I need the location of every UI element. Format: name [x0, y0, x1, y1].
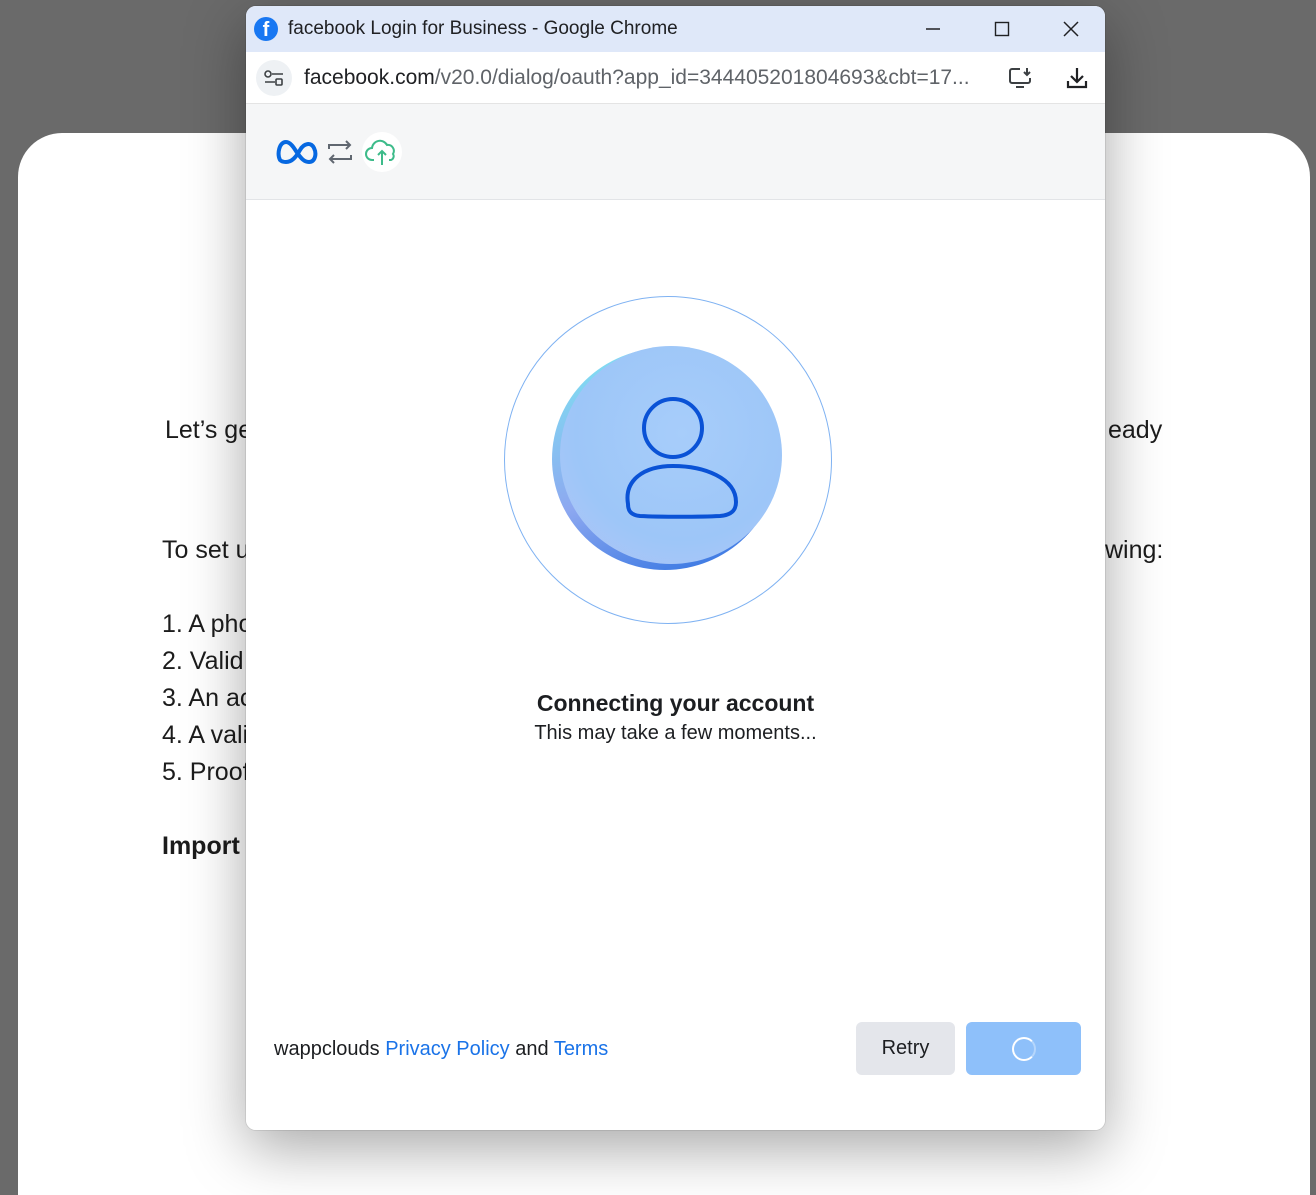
app-name: wappclouds: [274, 1038, 380, 1060]
legal-footer: wappclouds Privacy Policy and Terms: [274, 1038, 608, 1061]
background-list-item: 3. An ac: [162, 684, 253, 712]
url-path: /v20.0/dialog/oauth?app_id=3444052018046…: [434, 65, 970, 89]
close-icon: [1062, 21, 1079, 37]
continue-button-loading[interactable]: [966, 1022, 1081, 1075]
maximize-icon: [994, 21, 1009, 37]
background-list-item: 1. A pho: [162, 610, 253, 638]
window-titlebar[interactable]: f facebook Login for Business - Google C…: [246, 6, 1105, 52]
address-bar: facebook.com/v20.0/dialog/oauth?app_id=3…: [246, 52, 1105, 104]
and-text: and: [515, 1038, 549, 1060]
background-intro-text-end: eady: [1108, 416, 1163, 444]
minimize-button[interactable]: [898, 6, 967, 52]
app-logo: [362, 131, 402, 172]
dialog-body: Connecting your account This may take a …: [246, 200, 1105, 1130]
privacy-policy-link[interactable]: Privacy Policy: [385, 1038, 509, 1060]
url-field[interactable]: facebook.com/v20.0/dialog/oauth?app_id=3…: [304, 66, 993, 90]
close-button[interactable]: [1036, 6, 1105, 52]
install-desktop-icon: [1009, 67, 1031, 88]
loading-spinner-icon: [1011, 1036, 1036, 1061]
background-intro-text: Let’s ge: [165, 416, 253, 444]
background-setup-text: To set u: [162, 536, 250, 564]
facebook-icon: f: [254, 17, 278, 41]
retry-button[interactable]: Retry: [856, 1022, 955, 1075]
background-list-item: 2. Valid: [162, 647, 244, 675]
tune-icon: [264, 69, 283, 86]
background-list-item: 4. A vali: [162, 721, 249, 749]
status-subtitle: This may take a few moments...: [534, 722, 817, 744]
dialog-header: [246, 104, 1105, 200]
meta-logo-icon: [276, 139, 318, 164]
window-title: facebook Login for Business - Google Chr…: [288, 18, 678, 39]
background-important-heading: Import: [162, 832, 240, 860]
download-button[interactable]: [1049, 55, 1105, 101]
cloud-upload-icon: [365, 139, 395, 165]
url-domain: facebook.com: [304, 65, 435, 89]
minimize-icon: [925, 28, 940, 30]
background-setup-text-end: wing:: [1105, 536, 1164, 564]
sync-arrows-icon: [328, 139, 352, 164]
download-icon: [1066, 67, 1088, 88]
background-list-item: 5. Proof: [162, 758, 250, 786]
person-icon: [625, 397, 739, 519]
maximize-button[interactable]: [967, 6, 1036, 52]
terms-link[interactable]: Terms: [554, 1038, 608, 1060]
install-app-button[interactable]: [993, 55, 1049, 101]
site-info-button[interactable]: [256, 59, 292, 96]
chrome-popup-window: f facebook Login for Business - Google C…: [246, 6, 1105, 1130]
status-title: Connecting your account: [536, 690, 815, 716]
